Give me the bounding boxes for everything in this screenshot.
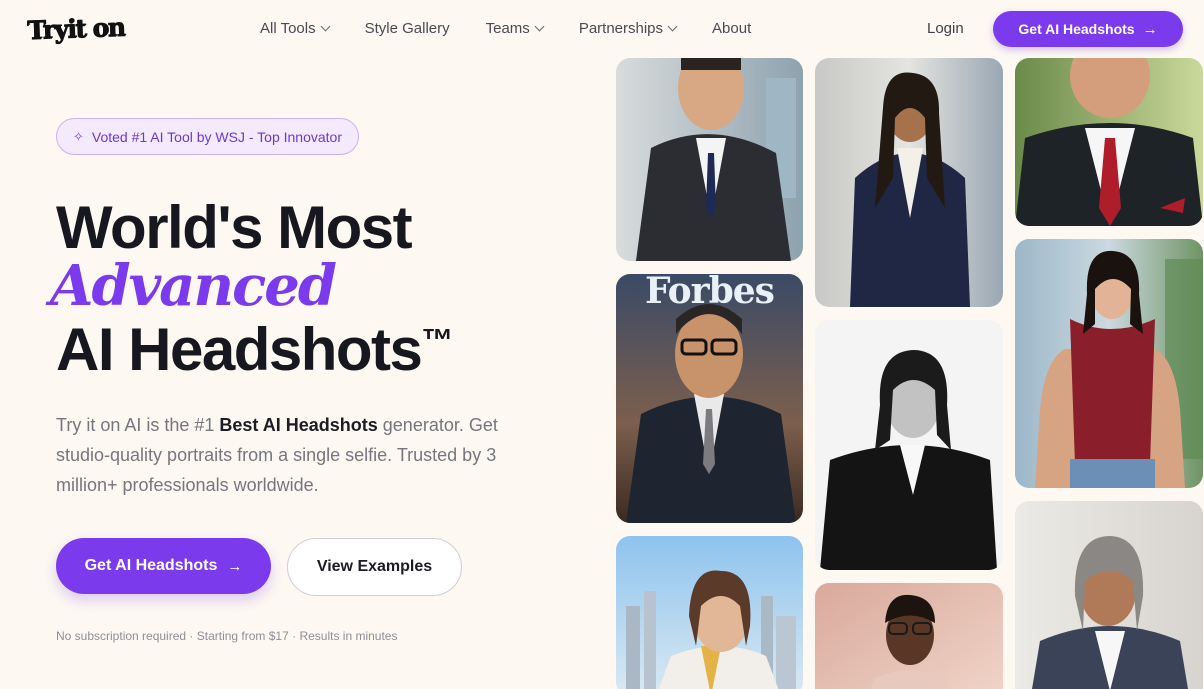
- get-headshots-label: Get AI Headshots: [84, 557, 218, 574]
- headshot-woman-skyline: [616, 536, 803, 689]
- sparkle-icon: ✧: [73, 128, 84, 144]
- nav-all-tools-label: All Tools: [260, 20, 316, 37]
- nav-teams[interactable]: Teams: [485, 20, 545, 37]
- headshot-man-red-tie: [1015, 58, 1203, 226]
- headline-line-2: Advanced: [50, 253, 337, 319]
- award-badge-text: Voted #1 AI Tool by WSJ - Top Innovator: [91, 128, 342, 145]
- headshot-forbes-cover: Forbes: [616, 274, 803, 523]
- headline-line-3-text: AI Headshots: [56, 316, 423, 383]
- forbes-masthead: Forbes: [645, 274, 775, 312]
- chevron-down-icon: [667, 21, 678, 32]
- nav-teams-label: Teams: [485, 20, 530, 37]
- chevron-down-icon: [534, 21, 545, 32]
- nav-about[interactable]: About: [712, 20, 751, 37]
- nav-all-tools[interactable]: All Tools: [260, 20, 331, 37]
- award-badge[interactable]: ✧ Voted #1 AI Tool by WSJ - Top Innovato…: [56, 118, 359, 155]
- headshot-woman-red-top: [1015, 239, 1203, 488]
- nav-about-label: About: [712, 20, 752, 37]
- headshot-woman-glasses-pink: [815, 583, 1003, 689]
- nav-style-gallery[interactable]: Style Gallery: [365, 20, 450, 37]
- hero-description: Try it on AI is the #1 Best AI Headshots…: [56, 410, 516, 500]
- brand-logo[interactable]: Tryit on: [27, 12, 125, 44]
- view-examples-button[interactable]: View Examples: [287, 538, 462, 596]
- get-headshots-nav-label: Get AI Headshots: [1018, 21, 1135, 37]
- headshot-woman-black-white: [815, 320, 1003, 570]
- nav-partnerships-label: Partnerships: [578, 20, 664, 37]
- headline-line-3: AI Headshots™: [56, 320, 453, 380]
- desc-bold: Best AI Headshots: [219, 415, 378, 435]
- desc-part-1: Try it on AI is the #1: [56, 415, 220, 435]
- arrow-right-icon: →: [227, 557, 243, 575]
- chevron-down-icon: [320, 21, 331, 32]
- nav-style-gallery-label: Style Gallery: [364, 20, 450, 37]
- headshot-woman-grey-hair: [1015, 501, 1203, 689]
- top-nav: Tryit on All Tools Style Gallery Teams P…: [0, 0, 1204, 58]
- get-headshots-button[interactable]: Get AI Headshots →: [56, 538, 271, 594]
- headshot-woman-navy-suit: [815, 58, 1003, 307]
- headshot-asian-man-suit: [616, 58, 803, 261]
- nav-links: All Tools Style Gallery Teams Partnershi…: [260, 20, 787, 37]
- login-link[interactable]: Login: [927, 20, 964, 37]
- nav-partnerships[interactable]: Partnerships: [578, 20, 678, 37]
- headline-line-1: World's Most: [56, 194, 413, 261]
- get-headshots-nav-button[interactable]: Get AI Headshots →: [993, 11, 1183, 47]
- arrow-right-icon: →: [1142, 20, 1158, 38]
- trademark-symbol: ™: [421, 322, 453, 358]
- fine-print: No subscription required · Starting from…: [56, 629, 398, 643]
